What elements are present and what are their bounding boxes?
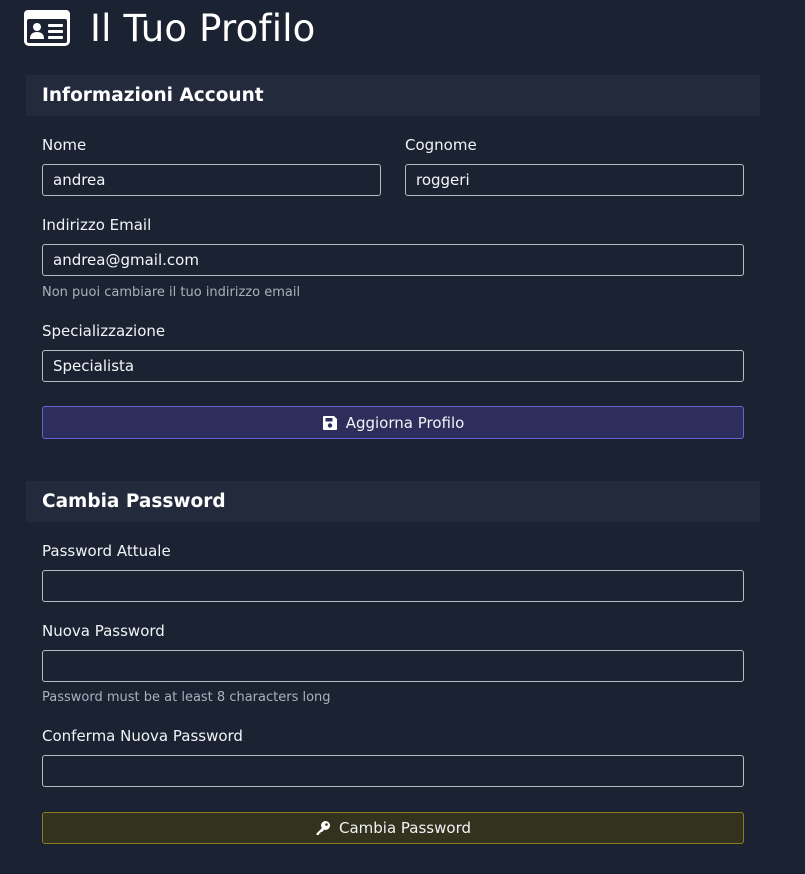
specialization-label: Specializzazione bbox=[42, 322, 166, 340]
account-info-card: Informazioni Account bbox=[26, 75, 760, 116]
last-name-label: Cognome bbox=[405, 136, 477, 154]
current-password-label: Password Attuale bbox=[42, 542, 171, 560]
email-help-text: Non puoi cambiare il tuo indirizzo email bbox=[42, 285, 301, 300]
specialization-input[interactable] bbox=[42, 350, 744, 382]
last-name-input[interactable] bbox=[405, 164, 744, 196]
change-password-label: Cambia Password bbox=[339, 819, 471, 837]
new-password-input[interactable] bbox=[42, 650, 744, 682]
update-profile-button[interactable]: Aggiorna Profilo bbox=[42, 406, 744, 439]
save-icon bbox=[322, 415, 338, 431]
page-header: Il Tuo Profilo bbox=[24, 6, 316, 50]
update-profile-label: Aggiorna Profilo bbox=[345, 413, 465, 432]
id-card-icon bbox=[24, 10, 70, 46]
change-password-header: Cambia Password bbox=[26, 481, 760, 522]
first-name-label: Nome bbox=[42, 136, 87, 154]
first-name-input[interactable] bbox=[42, 164, 381, 196]
current-password-input[interactable] bbox=[42, 570, 744, 602]
confirm-password-input[interactable] bbox=[42, 755, 744, 787]
email-input[interactable] bbox=[42, 244, 744, 276]
confirm-password-label: Conferma Nuova Password bbox=[42, 727, 243, 745]
key-icon bbox=[315, 820, 331, 836]
account-info-title: Informazioni Account bbox=[42, 85, 264, 106]
account-info-header: Informazioni Account bbox=[26, 75, 760, 116]
change-password-card: Cambia Password bbox=[26, 481, 760, 522]
page-title: Il Tuo Profilo bbox=[90, 6, 316, 50]
new-password-help-text: Password must be at least 8 characters l… bbox=[42, 690, 331, 705]
email-label: Indirizzo Email bbox=[42, 216, 152, 234]
new-password-label: Nuova Password bbox=[42, 622, 165, 640]
change-password-title: Cambia Password bbox=[42, 491, 226, 512]
change-password-button[interactable]: Cambia Password bbox=[42, 812, 744, 844]
